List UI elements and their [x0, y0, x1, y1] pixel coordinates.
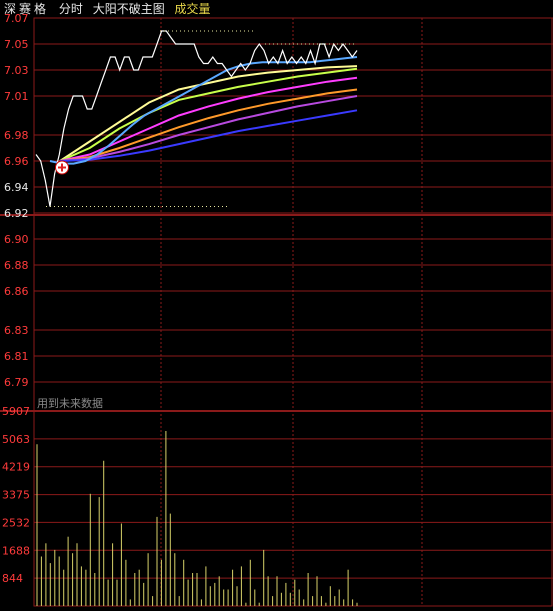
price-tick-label: 6.94: [4, 181, 29, 194]
volume-axis: 5907 5063 4219 3375 2532 1688 844: [2, 405, 30, 585]
price-tick-label: 6.98: [4, 129, 29, 142]
volume-tick-label: 4219: [2, 461, 30, 474]
price-tick-label: 6.90: [4, 233, 29, 246]
volume-tick-label: 844: [2, 572, 23, 585]
price-tick-label: 6.83: [4, 324, 29, 337]
chart-grid: [0, 17, 553, 607]
intraday-chart[interactable]: 7.07 7.05 7.03 7.01 6.98 6.96 6.94 6.92 6.90 6.88…: [0, 0, 553, 611]
price-tick-label: 6.81: [4, 350, 29, 363]
volume-tick-label: 5907: [2, 405, 30, 418]
avg-line: [49, 56, 358, 165]
price-tick-label: 6.92: [4, 207, 29, 220]
price-tick-label: 6.86: [4, 285, 29, 298]
price-tick-label: 7.03: [4, 64, 29, 77]
average-price-line: [49, 56, 358, 165]
ma-line: [59, 88, 358, 162]
buy-marker-icon: [55, 160, 69, 175]
price-tick-label: 6.79: [4, 376, 29, 389]
volume-tick-label: 3375: [2, 489, 30, 502]
price-tick-label: 6.96: [4, 155, 29, 168]
volume-bars: [36, 431, 358, 606]
future-data-note: 用到未来数据: [37, 397, 103, 410]
volume-tick-label: 5063: [2, 433, 30, 446]
volume-tick-label: 1688: [2, 544, 30, 557]
price-axis: 7.07 7.05 7.03 7.01 6.98 6.96 6.94 6.92 6.90 6.88…: [4, 12, 29, 389]
price-tick-label: 6.88: [4, 259, 29, 272]
price-tick-label: 7.01: [4, 90, 29, 103]
price-tick-label: 7.05: [4, 38, 29, 51]
volume-tick-label: 2532: [2, 516, 30, 529]
price-tick-label: 7.07: [4, 12, 29, 25]
